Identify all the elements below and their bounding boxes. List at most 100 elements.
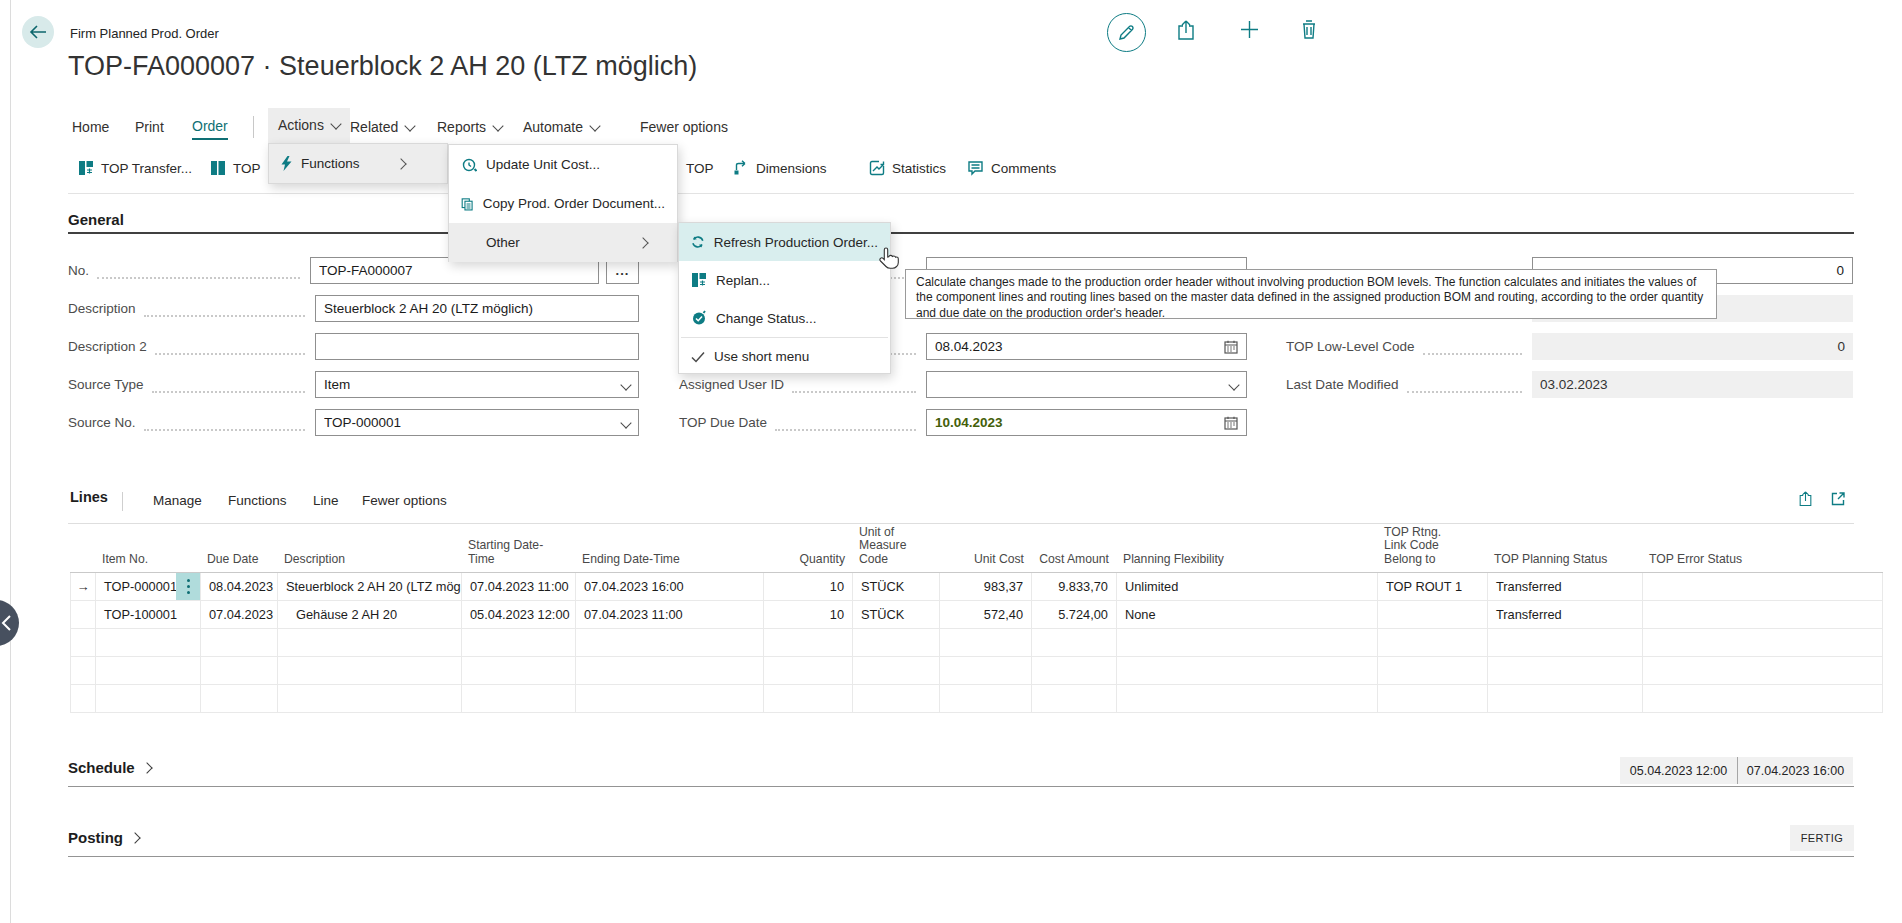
menu-actions[interactable]: Actions xyxy=(268,108,350,143)
grid-cell[interactable]: None xyxy=(1117,601,1378,628)
grid-cell[interactable] xyxy=(940,685,1032,712)
description-input[interactable]: Steuerblock 2 AH 20 (LTZ möglich) xyxy=(315,295,639,322)
grid-cell[interactable]: Steuerblock 2 AH 20 (LTZ mög... xyxy=(278,573,462,600)
edit-button[interactable] xyxy=(1107,13,1146,52)
grid-cell[interactable] xyxy=(1643,629,1883,656)
lines-tab-manage[interactable]: Manage xyxy=(153,490,202,512)
grid-cell[interactable] xyxy=(1032,685,1117,712)
menu-automate[interactable]: Automate xyxy=(523,112,599,143)
action-comments[interactable]: Comments xyxy=(967,150,1056,186)
grid-cell[interactable] xyxy=(1488,657,1643,684)
grid-cell[interactable] xyxy=(1378,685,1488,712)
grid-cell[interactable] xyxy=(201,685,278,712)
grid-column-header[interactable]: Item No. xyxy=(95,524,200,572)
grid-cell[interactable]: STÜCK xyxy=(853,573,940,600)
action-top-1[interactable]: TOP xyxy=(210,150,261,186)
grid-cell[interactable]: 572,40 xyxy=(940,601,1032,628)
grid-cell[interactable] xyxy=(576,629,764,656)
grid-column-header[interactable]: TOP Planning Status xyxy=(1487,524,1642,572)
grid-column-header[interactable]: Starting Date-Time xyxy=(461,524,575,572)
share-button[interactable] xyxy=(1175,20,1197,41)
grid-cell[interactable] xyxy=(96,685,201,712)
grid-cell[interactable] xyxy=(853,685,940,712)
section-general-heading[interactable]: General xyxy=(68,211,124,228)
grid-cell[interactable]: 07.04.2023 11:00 xyxy=(576,601,764,628)
grid-cell[interactable]: TOP-000001 xyxy=(96,573,201,600)
lines-expand-button[interactable] xyxy=(1830,491,1846,511)
grid-cell[interactable]: 07.04.2023 xyxy=(201,601,278,628)
grid-cell[interactable]: 10 xyxy=(764,573,853,600)
menu-item-copy-prod-order[interactable]: Copy Prod. Order Document... xyxy=(449,184,677,223)
grid-cell[interactable]: 9.833,70 xyxy=(1032,573,1117,600)
grid-cell[interactable] xyxy=(201,629,278,656)
grid-cell[interactable] xyxy=(96,657,201,684)
grid-cell[interactable] xyxy=(1643,601,1883,628)
section-schedule-heading[interactable]: Schedule xyxy=(68,759,151,776)
grid-cell[interactable]: Unlimited xyxy=(1117,573,1378,600)
grid-cell[interactable] xyxy=(1488,629,1643,656)
grid-row[interactable] xyxy=(70,629,1883,657)
grid-row[interactable]: TOP-10000107.04.2023Gehäuse 2 AH 2005.04… xyxy=(70,601,1883,629)
grid-column-header[interactable]: TOP Rtng. Link Code Belong to xyxy=(1377,524,1487,572)
grid-column-header[interactable]: Ending Date-Time xyxy=(575,524,763,572)
grid-cell[interactable]: Gehäuse 2 AH 20 xyxy=(278,601,462,628)
grid-cell[interactable] xyxy=(1643,573,1883,600)
menu-item-refresh-production-order[interactable]: Refresh Production Order... xyxy=(679,223,890,261)
grid-cell[interactable]: 05.04.2023 12:00 xyxy=(462,601,576,628)
source-no-select[interactable]: TOP-000001 xyxy=(315,409,639,436)
action-top-transfer[interactable]: TOP Transfer... xyxy=(78,150,192,186)
row-options-button[interactable] xyxy=(176,573,200,600)
assigned-user-select[interactable] xyxy=(926,371,1247,398)
grid-cell[interactable] xyxy=(462,629,576,656)
grid-cell[interactable]: TOP ROUT 1 xyxy=(1378,573,1488,600)
menu-item-use-short-menu[interactable]: Use short menu xyxy=(679,338,890,375)
action-statistics[interactable]: Statistics xyxy=(869,150,946,186)
menu-related[interactable]: Related xyxy=(350,112,414,143)
grid-row[interactable]: →TOP-00000108.04.2023Steuerblock 2 AH 20… xyxy=(70,573,1883,601)
lines-tab-line[interactable]: Line xyxy=(313,490,339,512)
action-dimensions[interactable]: Dimensions xyxy=(733,150,827,186)
grid-cell[interactable] xyxy=(278,629,462,656)
grid-cell[interactable] xyxy=(1378,657,1488,684)
grid-cell[interactable] xyxy=(96,629,201,656)
description2-input[interactable] xyxy=(315,333,639,360)
grid-cell[interactable] xyxy=(576,657,764,684)
grid-cell[interactable] xyxy=(1032,629,1117,656)
grid-column-header[interactable]: TOP Error Status xyxy=(1642,524,1882,572)
section-posting-heading[interactable]: Posting xyxy=(68,829,139,846)
grid-cell[interactable]: Transferred xyxy=(1488,601,1643,628)
grid-column-header[interactable]: Cost Amount xyxy=(1031,524,1116,572)
grid-cell[interactable]: Transferred xyxy=(1488,573,1643,600)
grid-column-header[interactable]: Unit Cost xyxy=(939,524,1031,572)
menu-print[interactable]: Print xyxy=(135,112,164,143)
grid-cell[interactable]: 5.724,00 xyxy=(1032,601,1117,628)
grid-cell[interactable] xyxy=(278,657,462,684)
grid-cell[interactable] xyxy=(462,657,576,684)
menu-item-replan[interactable]: Replan... xyxy=(679,261,890,299)
grid-cell[interactable] xyxy=(1117,685,1378,712)
grid-cell[interactable] xyxy=(853,657,940,684)
grid-cell[interactable] xyxy=(1488,685,1643,712)
grid-column-header[interactable]: Unit of Measure Code xyxy=(852,524,939,572)
grid-cell[interactable] xyxy=(1117,657,1378,684)
grid-cell[interactable] xyxy=(764,629,853,656)
grid-cell[interactable]: TOP-100001 xyxy=(96,601,201,628)
top-due-date-input[interactable]: 10.04.2023 xyxy=(926,409,1247,436)
grid-column-header[interactable]: Due Date xyxy=(200,524,277,572)
collapse-panel-handle[interactable] xyxy=(0,600,19,646)
grid-cell[interactable] xyxy=(1117,629,1378,656)
delete-button[interactable] xyxy=(1300,19,1318,39)
source-type-select[interactable]: Item xyxy=(315,371,639,398)
grid-cell[interactable]: STÜCK xyxy=(853,601,940,628)
grid-cell[interactable] xyxy=(1378,629,1488,656)
grid-cell[interactable] xyxy=(853,629,940,656)
lines-share-button[interactable] xyxy=(1797,491,1814,511)
grid-column-header[interactable]: Quantity xyxy=(763,524,852,572)
back-button[interactable] xyxy=(22,16,54,48)
grid-cell[interactable] xyxy=(576,685,764,712)
grid-cell[interactable] xyxy=(1032,657,1117,684)
action-top-2[interactable]: TOP xyxy=(686,150,714,186)
grid-column-header[interactable]: Planning Flexibility xyxy=(1116,524,1377,572)
grid-row[interactable] xyxy=(70,657,1883,685)
grid-cell[interactable]: 07.04.2023 11:00 xyxy=(462,573,576,600)
